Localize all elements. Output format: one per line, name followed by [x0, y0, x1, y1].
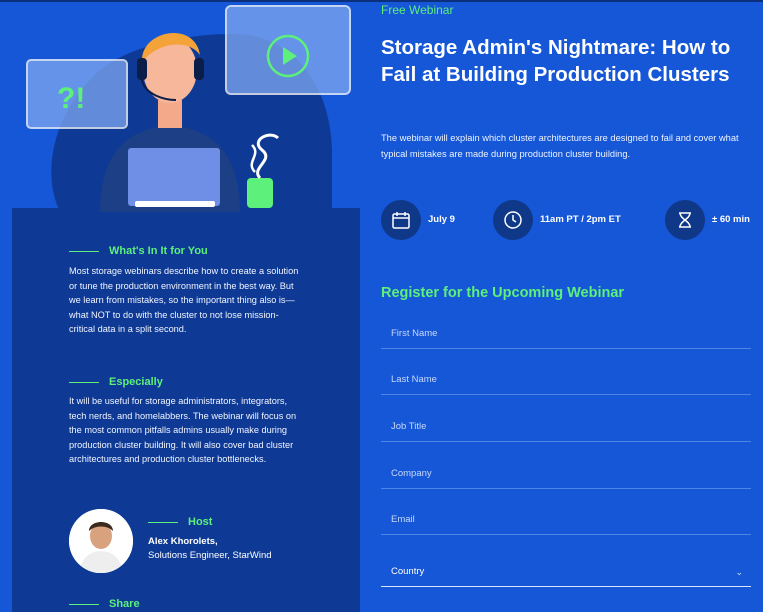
laptop	[128, 148, 220, 207]
webinar-duration: ± 60 min	[712, 214, 750, 225]
section-title-benefits: What's In It for You	[69, 245, 208, 257]
webinar-date: July 9	[428, 214, 455, 225]
first-name-field[interactable]: First Name	[381, 326, 751, 349]
hourglass-icon	[665, 200, 705, 240]
headset-icon	[137, 58, 147, 80]
section-text-especially: It will be useful for storage administra…	[69, 396, 297, 464]
section-text-benefits: Most storage webinars describe how to cr…	[69, 266, 299, 334]
host-avatar	[69, 509, 133, 573]
video-window	[225, 5, 351, 95]
page-title: Storage Admin's Nightmare: How to Fail a…	[381, 36, 731, 86]
webinar-description: The webinar will explain which cluster a…	[381, 133, 739, 159]
last-name-field[interactable]: Last Name	[381, 372, 751, 395]
alert-text: ?!	[57, 82, 85, 115]
chevron-down-icon: ⌄	[735, 567, 743, 577]
host-role: Solutions Engineer, StarWind	[148, 550, 272, 561]
job-title-field[interactable]: Job Title	[381, 419, 751, 442]
email-field[interactable]: Email	[381, 512, 751, 535]
calendar-icon	[381, 200, 421, 240]
country-select[interactable]: Country ⌄	[381, 564, 751, 587]
register-title: Register for the Upcoming Webinar	[381, 285, 625, 301]
alert-window: ?!	[26, 59, 128, 129]
company-field[interactable]: Company	[381, 466, 751, 489]
share-title: Share	[69, 598, 140, 610]
clock-icon	[493, 200, 533, 240]
host-name: Alex Khorolets,	[148, 536, 218, 547]
section-title-especially: Especially	[69, 376, 163, 388]
webinar-time: 11am PT / 2pm ET	[540, 214, 621, 225]
webinar-tag: Free Webinar	[381, 3, 454, 17]
host-title: Host	[148, 516, 212, 528]
hero-illustration: ?!	[12, 5, 360, 215]
